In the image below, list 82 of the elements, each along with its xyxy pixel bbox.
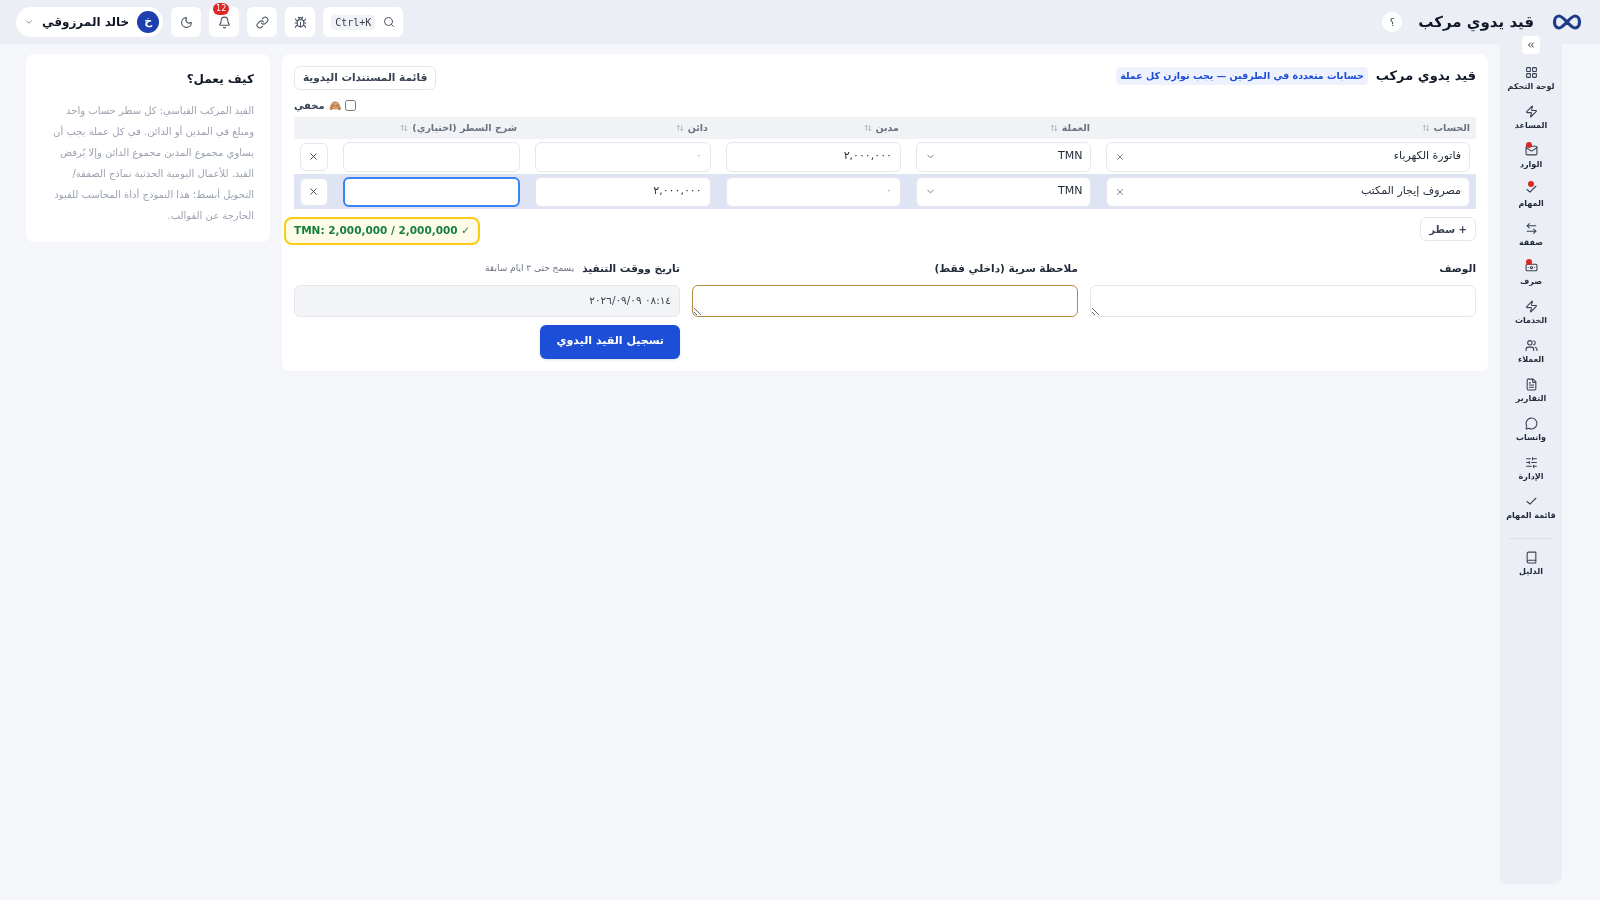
help-button[interactable]: ؟: [1382, 12, 1403, 32]
sidebar-item[interactable]: الدليل: [1519, 551, 1543, 578]
theme-button[interactable]: [171, 7, 202, 37]
field-label: ملاحظة سرية (داخلي فقط): [933, 260, 1078, 277]
bug-button[interactable]: [285, 7, 316, 37]
sidebar-item-icon: [1524, 261, 1538, 274]
manual-documents-button[interactable]: قائمة المستندات اليدوية: [294, 66, 437, 90]
close-icon: [308, 186, 320, 197]
book-icon: [1524, 551, 1538, 564]
column-header[interactable]: شرح السطر (اختياري): [412, 120, 517, 136]
field-label: تاريخ ووقت التنفيذ: [582, 260, 680, 277]
currency-select[interactable]: TMN: [916, 176, 1092, 207]
sort-icon: [1421, 124, 1430, 132]
help-text: القيد المركب القياسي: كل سطر حساب واحد ومبلغ في المدين أو الدائن. في كل عملة يجب أن يساوي مجموع المدين مجموع الدائن وإلا يُرفض القيد. للأعمال اليومية الحدثية نماذج الصفقة/التحويل أبسط؛ هذا النموذج أداة المحاسب للقيود الخارجة عن القوالب.: [52, 104, 254, 223]
sidebar-item-icon: [1524, 378, 1538, 391]
submit-button[interactable]: تسجيل القيد اليدوي: [540, 324, 680, 359]
line-note-field[interactable]: [342, 176, 521, 207]
clear-icon: [1115, 186, 1126, 197]
user-avatar: خ: [137, 11, 160, 33]
sidebar-item[interactable]: المهام: [1518, 183, 1544, 210]
sidebar-item[interactable]: الإدارة: [1518, 456, 1544, 483]
sort-icon: [400, 124, 409, 132]
sidebar-item-icon: [1524, 339, 1538, 352]
caret-icon: [24, 17, 34, 27]
sidebar-item-icon: [1524, 222, 1538, 235]
account-field[interactable]: مصروف إيجار المكتب: [1106, 176, 1470, 207]
collapse-button[interactable]: [1522, 36, 1540, 54]
hidden-label: مخفي: [294, 99, 325, 113]
add-row-button[interactable]: + سطر: [1420, 217, 1476, 241]
column-header[interactable]: الحساب: [1433, 120, 1470, 136]
field-hint: يسمح حتى ٣ ايام سابقة: [485, 261, 575, 275]
link-button[interactable]: [247, 7, 278, 37]
sidebar-item[interactable]: لوحة التحكم: [1507, 66, 1555, 93]
credit-field[interactable]: ٢,٠٠٠,٠٠٠: [535, 176, 711, 207]
infinity-logo-icon: [1550, 13, 1584, 31]
search-button[interactable]: Ctrl+K: [323, 7, 404, 37]
sidebar-item[interactable]: المساعد: [1514, 105, 1548, 132]
sidebar-item-icon: [1524, 417, 1538, 430]
sidebar-item-icon: [1524, 495, 1538, 508]
sidebar-item[interactable]: واتساب: [1516, 417, 1546, 444]
hidden-checkbox[interactable]: [344, 100, 356, 111]
sidebar-item-icon: [1524, 183, 1538, 196]
sidebar-item[interactable]: صفقة: [1518, 222, 1544, 249]
bell-icon: [217, 15, 231, 29]
sidebar-item-icon: [1524, 66, 1538, 79]
description-field[interactable]: [1090, 284, 1476, 317]
sidebar-item[interactable]: الوارد: [1519, 144, 1543, 171]
info-tag: حسابات متعددة في الطرفين — يجب توازن كل عملة: [1116, 66, 1368, 85]
column-header[interactable]: مدين: [875, 120, 899, 136]
sidebar-item[interactable]: الخدمات: [1514, 300, 1548, 327]
balance-badge: TMN: 2,000,000 / 2,000,000 ✓: [284, 217, 481, 245]
sidebar-item-icon: [1524, 144, 1538, 157]
search-icon: [383, 16, 396, 28]
close-icon: [308, 151, 320, 162]
clear-icon: [1115, 151, 1126, 162]
link-icon: [255, 15, 269, 29]
column-header[interactable]: دائن: [687, 120, 708, 136]
card-title: قيد يدوي مركب: [1375, 67, 1476, 85]
secret-note-field[interactable]: [692, 284, 1078, 317]
sidebar-item[interactable]: قائمة المهام: [1506, 495, 1556, 522]
page-title: قيد يدوي مركب: [1418, 11, 1534, 34]
help-title: كيف يعمل؟: [185, 71, 254, 88]
account-field[interactable]: فاتورة الكهرباء: [1106, 141, 1470, 172]
currency-select[interactable]: TMN: [916, 141, 1092, 172]
user-menu[interactable]: خ خالد المرزوقي: [16, 7, 164, 37]
bug-icon: [293, 15, 307, 29]
sort-icon: [675, 124, 684, 132]
sidebar-item[interactable]: صرف: [1520, 261, 1542, 288]
sort-icon: [863, 124, 872, 132]
moon-icon: [179, 15, 193, 29]
sidebar-item[interactable]: العملاء: [1518, 339, 1544, 366]
double-chevron-icon: [1526, 40, 1536, 50]
sidebar-item-icon: [1524, 456, 1538, 469]
sidebar-item-icon: [1524, 300, 1538, 313]
notification-count: 12: [213, 3, 230, 15]
sidebar-item-icon: [1524, 105, 1538, 118]
hidden-emoji-icon: 🙈: [328, 98, 341, 113]
debit-field[interactable]: ٢,٠٠٠,٠٠٠: [725, 141, 901, 172]
sidebar-item[interactable]: التقارير: [1515, 378, 1547, 405]
column-header[interactable]: العملة: [1061, 120, 1090, 136]
field-label: الوصف: [1438, 260, 1476, 276]
sort-icon: [1049, 124, 1058, 132]
